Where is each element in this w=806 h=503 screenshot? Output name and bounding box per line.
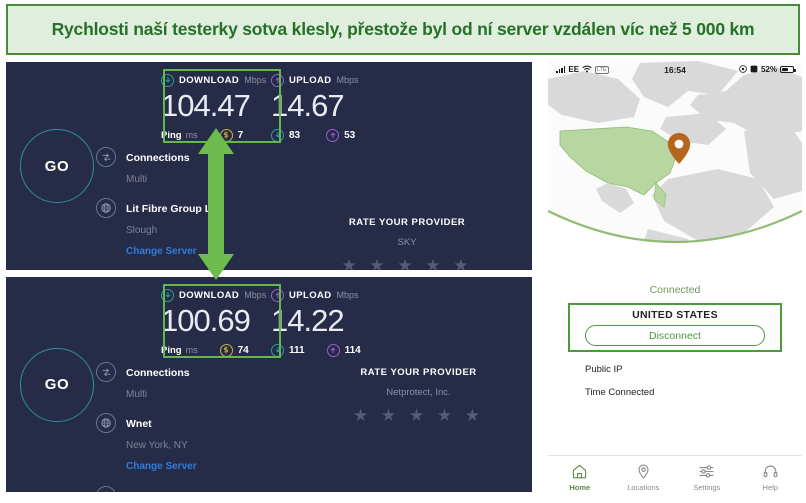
connection-status-label: Connected: [649, 284, 701, 296]
rate-provider-name: SKY: [397, 237, 417, 248]
vpn-app-screenshot: EE LTE 16:54 52% Connected UNITED STATES…: [548, 61, 802, 499]
comparison-double-arrow: [196, 128, 236, 280]
go-button-label-bottom: GO: [20, 347, 94, 422]
vpn-icon: [750, 65, 758, 75]
server-row-bottom: Wnet New York, NY Change Server: [96, 412, 202, 475]
connections-label-bottom: Connections: [126, 367, 190, 379]
upload-arrow-icon-bottom: [271, 288, 284, 302]
person-icon-bottom: [96, 485, 116, 492]
ping-value-bottom: 74: [237, 344, 249, 356]
upload-arrow-icon: [271, 73, 284, 87]
go-button-top[interactable]: GO: [20, 129, 94, 203]
connections-value: Multi: [126, 174, 148, 186]
jitter-upload-value-bottom: 114: [344, 344, 361, 356]
rating-stars[interactable]: ★ ★ ★ ★ ★: [284, 256, 530, 270]
connections-label: Connections: [126, 152, 190, 164]
download-value: 104.47: [161, 88, 251, 123]
caption-text: Rychlosti naší testerky sotva klesly, př…: [51, 19, 755, 40]
rate-provider-top: RATE YOUR PROVIDER SKY ★ ★ ★ ★ ★ By subm…: [284, 217, 530, 270]
upload-label-bottom: UPLOAD: [289, 289, 332, 301]
download-label: DOWNLOAD: [179, 74, 240, 86]
change-server-link[interactable]: Change Server: [126, 246, 197, 257]
tab-help-label: Help: [762, 483, 778, 492]
headset-icon: [762, 463, 779, 480]
server-name-bottom: Wnet: [126, 418, 152, 431]
download-arrow-icon-bottom: [161, 288, 174, 302]
download-unit: Mbps: [244, 75, 267, 85]
rating-stars-bottom[interactable]: ★ ★ ★ ★ ★: [306, 406, 531, 426]
jitter-download-value: 83: [289, 129, 301, 141]
connection-info-bottom: Connections Multi Wnet New York, NY Chan…: [96, 361, 202, 492]
connections-icon: [96, 147, 116, 167]
rate-title: RATE YOUR PROVIDER: [348, 217, 466, 228]
download-result-bottom: DOWNLOAD Mbps 100.69 Ping ms 74: [161, 287, 271, 357]
upload-unit-bottom: Mbps: [336, 290, 359, 300]
tab-locations-label: Locations: [627, 483, 660, 492]
public-ip-label: Public IP: [585, 364, 623, 375]
tab-help[interactable]: Help: [739, 463, 803, 492]
download-arrow-icon: [161, 73, 174, 87]
caption-banner: Rychlosti naší testerky sotva klesly, př…: [6, 4, 800, 55]
speedtest-panel-bottom: GO Connections Multi Wnet New York, NY C…: [6, 277, 532, 492]
disconnect-button[interactable]: Disconnect: [585, 325, 765, 346]
go-button-label: GO: [20, 129, 94, 203]
jitter-upload-value: 53: [344, 129, 356, 141]
map-pin-icon: [635, 463, 652, 480]
results-bottom: DOWNLOAD Mbps 100.69 Ping ms 74 UPLOAD M…: [161, 287, 386, 357]
sliders-icon: [698, 463, 715, 480]
server-location: Slough: [126, 225, 158, 237]
tab-home[interactable]: Home: [548, 463, 612, 492]
upload-unit: Mbps: [336, 75, 359, 85]
isp-row-bottom: Netprotect, Inc. 000.00.000.00: [96, 485, 202, 492]
change-server-link-bottom[interactable]: Change Server: [126, 461, 197, 472]
bottom-tab-bar: Home Locations Settings Help: [548, 455, 802, 499]
upload-label: UPLOAD: [289, 74, 332, 86]
phone-status-bar: EE LTE 16:54 52%: [548, 61, 802, 78]
ping-icon-bottom: [219, 343, 233, 357]
location-services-icon: [739, 64, 747, 75]
upload-result-bottom: UPLOAD Mbps 14.22 111 114: [271, 287, 381, 357]
screenshot-root: Rychlosti naší testerky sotva klesly, př…: [0, 0, 806, 503]
vpn-connection-card: UNITED STATES Disconnect: [568, 303, 782, 352]
results-top: DOWNLOAD Mbps 104.47 Ping ms 7 UPLOAD Mb…: [161, 72, 386, 142]
rate-provider-name-bottom: Netprotect, Inc.: [386, 387, 451, 398]
tab-locations[interactable]: Locations: [612, 463, 676, 492]
upload-value: 14.67: [271, 88, 345, 123]
upload-result-top: UPLOAD Mbps 14.67 83 53: [271, 72, 381, 142]
speedtest-panel-top: GO Connections Multi Lit Fibre Group Ltd…: [6, 62, 532, 270]
rate-provider-bottom: RATE YOUR PROVIDER Netprotect, Inc. ★ ★ …: [306, 367, 531, 426]
download-unit-bottom: Mbps: [244, 290, 267, 300]
isp-name-bottom: Netprotect, Inc.: [126, 491, 202, 492]
tab-settings-label: Settings: [693, 483, 721, 492]
globe-icon-bottom: [96, 413, 116, 434]
download-value-bottom: 100.69: [161, 303, 251, 338]
home-icon: [571, 463, 588, 480]
rate-title-bottom: RATE YOUR PROVIDER: [360, 367, 477, 378]
ping-label: Ping: [161, 129, 182, 141]
tab-home-label: Home: [569, 483, 591, 492]
battery-percent: 52%: [760, 65, 777, 74]
go-button-bottom[interactable]: GO: [20, 347, 94, 422]
upload-value-bottom: 14.22: [271, 303, 345, 338]
ping-label-bottom: Ping: [161, 344, 182, 356]
jitter-download-icon: [271, 128, 284, 142]
connected-country: UNITED STATES: [632, 309, 718, 321]
tab-settings[interactable]: Settings: [675, 463, 739, 492]
server-location-bottom: New York, NY: [126, 440, 188, 452]
connections-row-bottom: Connections Multi: [96, 361, 202, 403]
download-label-bottom: DOWNLOAD: [179, 289, 240, 301]
time-connected-label: Time Connected: [585, 387, 655, 398]
jitter-upload-icon-bottom: [326, 343, 340, 357]
jitter-upload-icon: [326, 128, 340, 142]
ping-value: 7: [237, 129, 244, 141]
jitter-download-icon-bottom: [271, 343, 284, 357]
battery-icon: [780, 66, 796, 73]
world-map: [548, 61, 802, 266]
connections-value-bottom: Multi: [126, 389, 148, 401]
jitter-download-value-bottom: 111: [289, 344, 305, 356]
ping-unit-bottom: ms: [185, 345, 198, 356]
globe-icon: [96, 198, 116, 219]
connections-icon-bottom: [96, 362, 116, 382]
